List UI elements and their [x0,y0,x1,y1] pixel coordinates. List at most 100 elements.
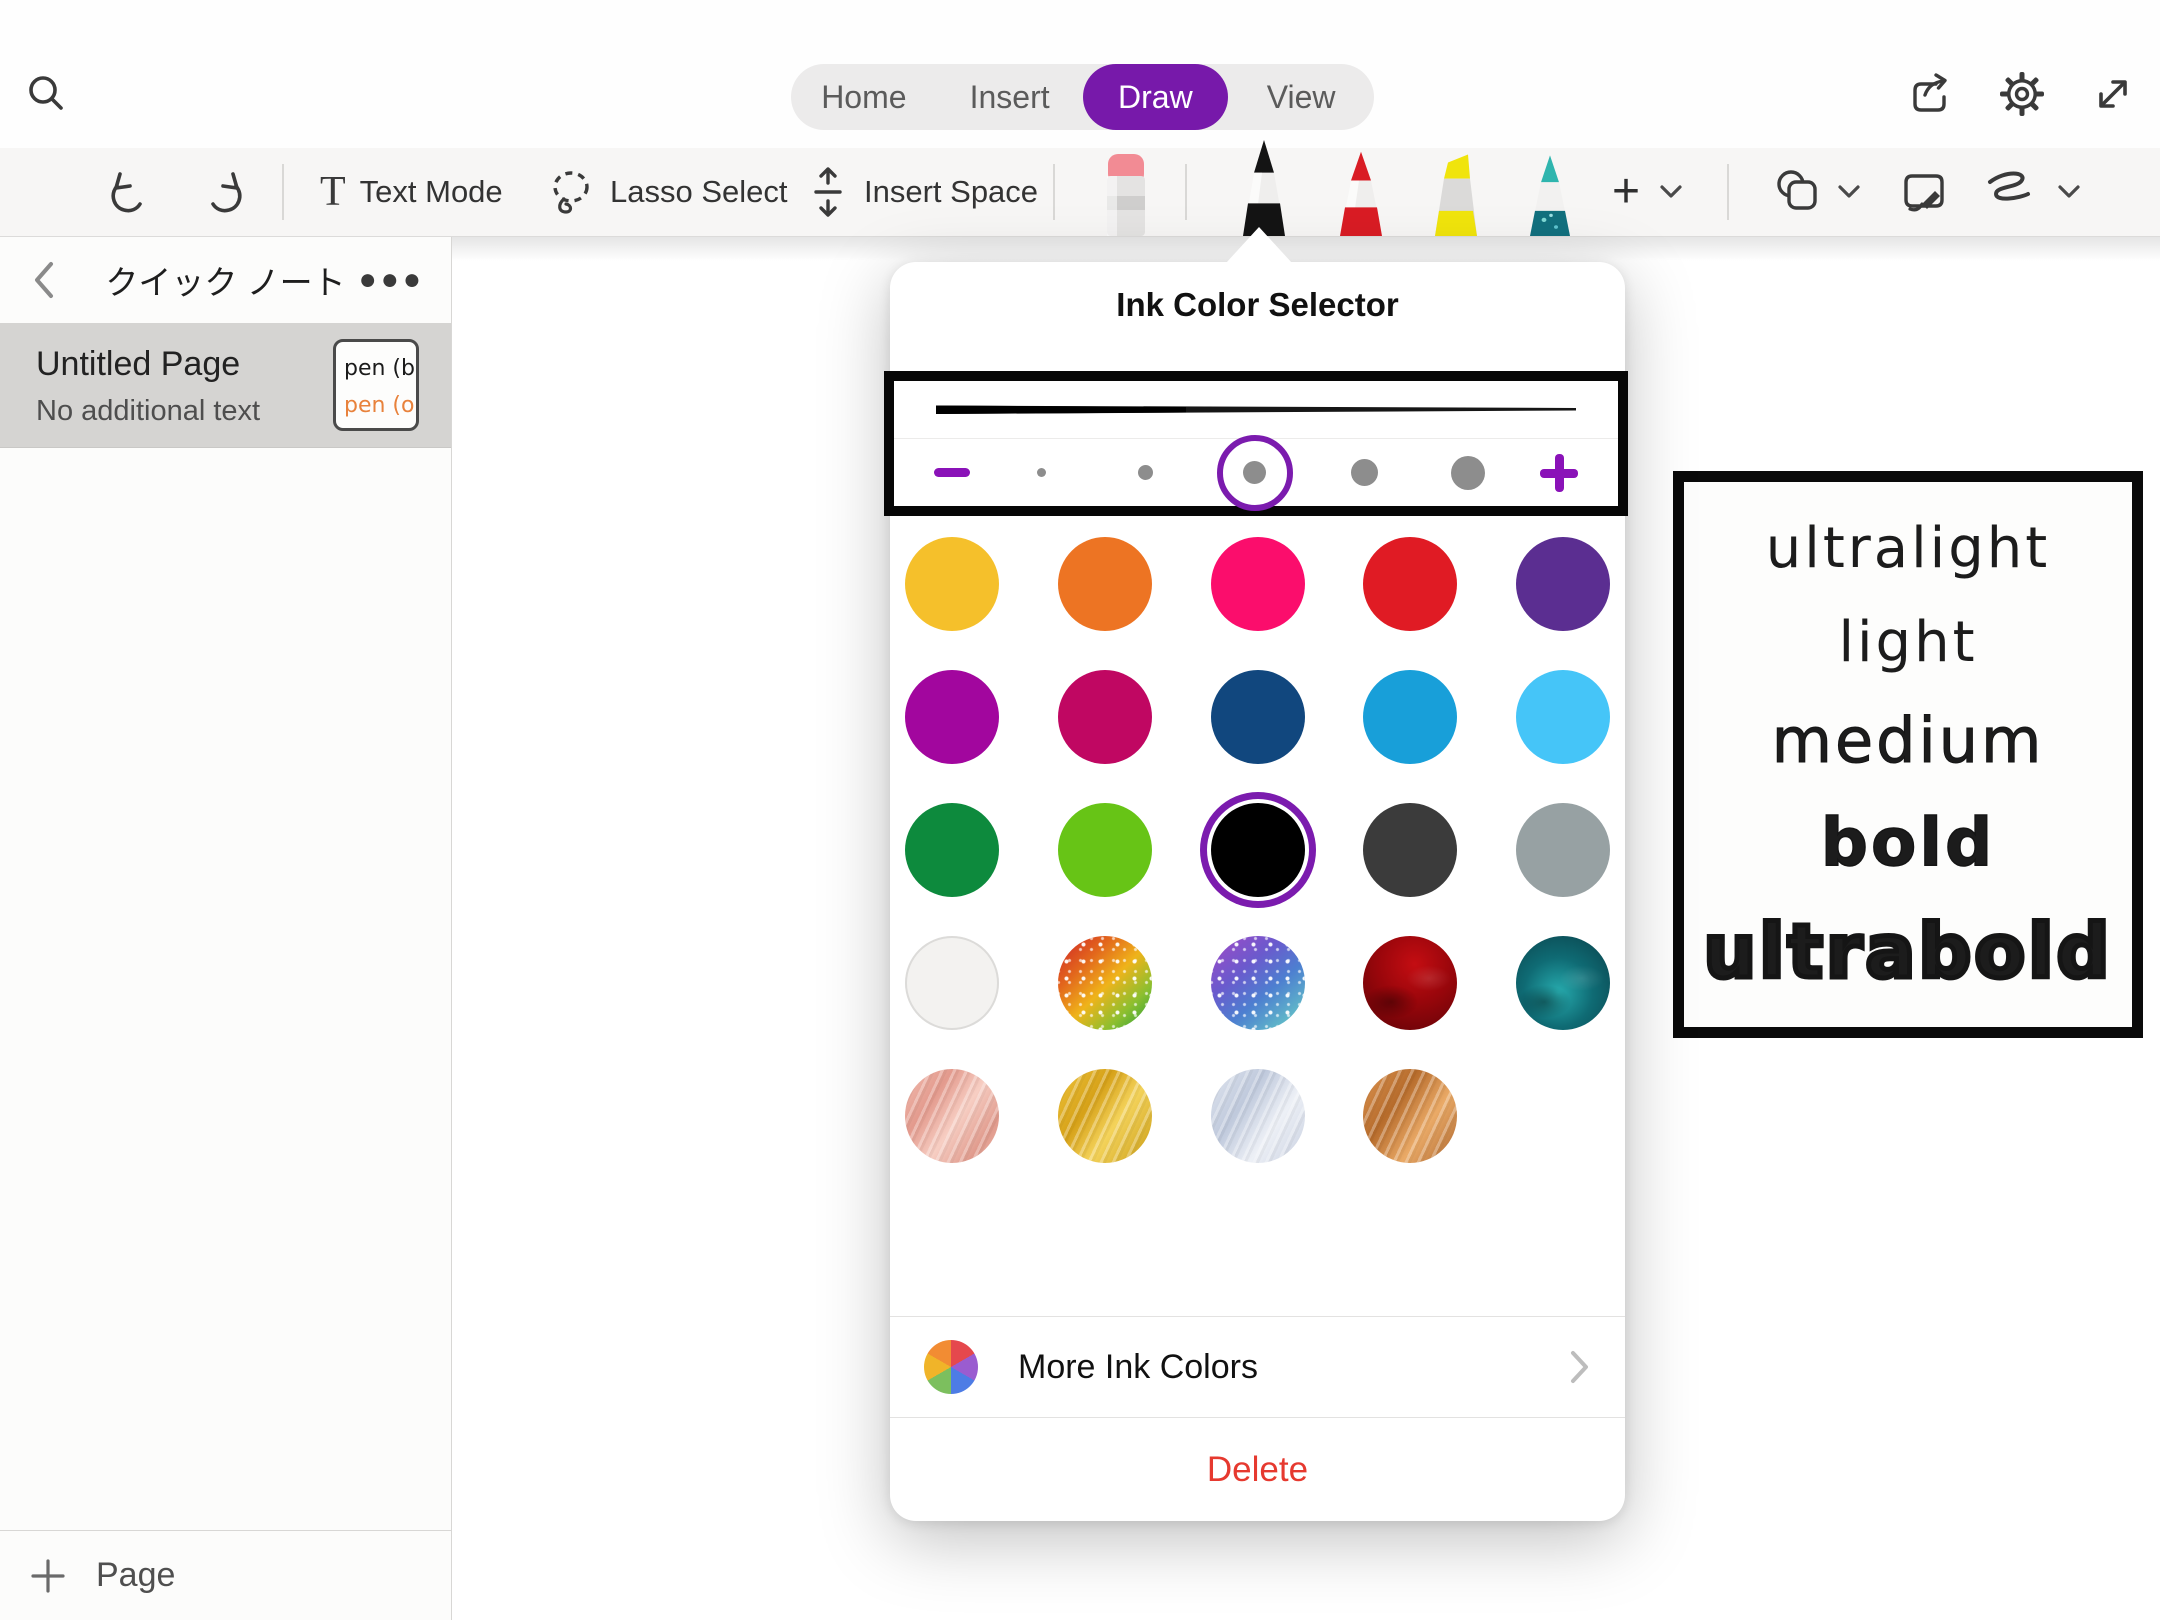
tab-view[interactable]: View [1228,64,1374,130]
ink-color-selector-popup: Ink Color Selector More Ink Colors [890,262,1625,1521]
eraser-tool[interactable] [1096,152,1156,236]
chevron-down-icon [2056,183,2082,201]
shapes-button[interactable] [1772,148,1862,236]
color-swatch-dark-red-marble[interactable] [1363,936,1457,1030]
color-swatch-silver[interactable] [1211,1069,1305,1163]
ribbon-tabs: HomeInsertDrawView [791,64,1374,130]
text-mode-icon: T [320,171,346,213]
tab-insert[interactable]: Insert [937,64,1083,130]
color-swatch-gray[interactable] [1516,803,1610,897]
size-dot-4[interactable] [1333,441,1397,505]
search-button[interactable] [22,70,70,118]
thickness-selector [884,371,1628,516]
shapes-icon [1772,166,1824,218]
page-thumbnail: pen (blpen (ora [333,339,419,431]
pen-red[interactable] [1329,150,1393,236]
more-ink-colors-button[interactable]: More Ink Colors [890,1316,1625,1418]
text-mode-button[interactable]: T Text Mode [320,148,503,236]
more-options-button[interactable]: ●●● [359,263,425,297]
highlighter-yellow-icon [1424,150,1488,236]
lasso-select-button[interactable]: Lasso Select [546,148,788,236]
page-list-sidebar: クイック ノート ●●● Untitled Page No additional… [0,237,452,1620]
text-mode-label: Text Mode [360,174,503,210]
decrease-size-button[interactable] [934,468,970,477]
color-swatch-bronze[interactable] [1363,1069,1457,1163]
pen-black-icon [1232,138,1296,236]
insert-space-label: Insert Space [864,174,1038,210]
page-list-item[interactable]: Untitled Page No additional text pen (bl… [0,323,451,448]
plus-icon: + [1612,168,1640,216]
color-swatch-magenta[interactable] [905,670,999,764]
ink-sample-light: light [1838,615,1977,671]
color-swatch-galaxy[interactable] [1211,936,1305,1030]
stroke-preview [894,381,1618,439]
color-swatch-golden-yellow[interactable] [905,537,999,631]
expand-icon [2091,72,2135,116]
ink-sample-medium: medium [1772,710,2045,772]
toolbar-divider [1185,164,1187,220]
color-swatch-orange[interactable] [1058,537,1152,631]
color-swatch-black-selected[interactable] [1211,803,1305,897]
add-pen-button[interactable]: + [1612,148,1684,236]
pencil-teal[interactable] [1518,150,1582,236]
settings-button[interactable] [1997,70,2047,118]
ink-annotation-button[interactable] [1896,148,1952,236]
color-swatch-purple[interactable] [1516,537,1610,631]
fullscreen-button[interactable] [2088,70,2138,118]
color-swatch-rainbow-glitter[interactable] [1058,936,1152,1030]
ink-annotation-icon [1898,166,1950,218]
increase-size-button[interactable] [1540,454,1578,492]
search-icon [24,72,68,116]
redo-button[interactable] [197,148,249,236]
color-swatch-pink[interactable] [1211,537,1305,631]
size-dot-3-selected[interactable] [1217,435,1293,511]
pencil-teal-icon [1518,150,1582,236]
color-swatch-teal-marble[interactable] [1516,936,1610,1030]
color-swatch-dark-raspberry[interactable] [1058,670,1152,764]
gear-icon [1998,70,2046,118]
color-wheel-icon [924,1340,978,1394]
page-title: Untitled Page [36,345,240,384]
color-swatch-gold[interactable] [1058,1069,1152,1163]
share-button[interactable] [1905,70,1955,118]
tab-draw[interactable]: Draw [1083,64,1229,130]
undo-icon [107,168,153,216]
chevron-right-icon [1569,1349,1591,1385]
draw-with-touch-button[interactable] [1984,148,2082,236]
size-dot-2[interactable] [1113,441,1177,505]
undo-button[interactable] [104,148,156,236]
color-swatch-red[interactable] [1363,537,1457,631]
color-swatch-sky-blue[interactable] [1516,670,1610,764]
redo-icon [200,168,246,216]
pen-black-selected[interactable] [1232,138,1296,236]
lasso-select-label: Lasso Select [610,174,788,210]
pen-red-icon [1329,150,1393,236]
toolbar-divider [282,164,284,220]
share-icon [1907,71,1953,117]
color-swatch-blue[interactable] [1363,670,1457,764]
delete-label: Delete [1207,1450,1308,1490]
insert-space-button[interactable]: Insert Space [806,148,1038,236]
sidebar-header: クイック ノート ●●● [0,237,451,323]
page-subtitle: No additional text [36,395,260,428]
toolbar-divider [1727,164,1729,220]
toolbar-divider [1053,164,1055,220]
color-swatch-dark-gray[interactable] [1363,803,1457,897]
chevron-down-icon [1836,183,1862,201]
stroke-preview-line [936,402,1576,418]
color-swatch-lime-green[interactable] [1058,803,1152,897]
delete-pen-button[interactable]: Delete [890,1419,1625,1521]
plus-icon [30,1558,66,1594]
scribble-icon [1984,168,2042,216]
size-dot-1[interactable] [1010,441,1074,505]
color-swatch-white[interactable] [905,936,999,1030]
highlighter-yellow[interactable] [1424,150,1488,236]
thumbnail-ink-text: pen (bl [344,350,416,387]
color-swatch-rose-gold[interactable] [905,1069,999,1163]
size-dot-5[interactable] [1436,441,1500,505]
add-page-button[interactable]: Page [0,1530,451,1620]
color-swatch-green[interactable] [905,803,999,897]
onenote-app-window: HomeInsertDrawView [0,0,2160,1620]
tab-home[interactable]: Home [791,64,937,130]
color-swatch-navy-blue[interactable] [1211,670,1305,764]
